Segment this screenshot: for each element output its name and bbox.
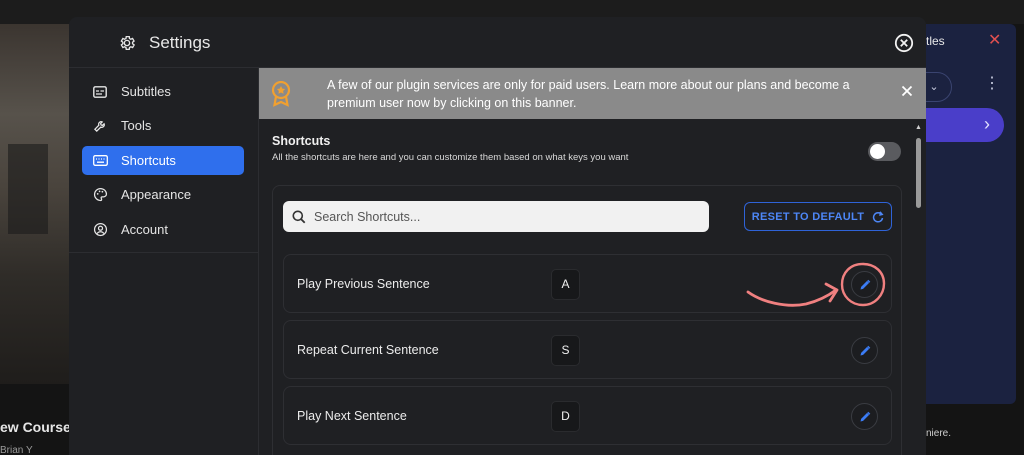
shortcut-key[interactable]: A — [551, 269, 580, 300]
scrollbar-thumb[interactable] — [916, 138, 921, 208]
toggle-knob — [870, 144, 885, 159]
subtitles-icon — [92, 84, 108, 100]
settings-modal: Settings Subtitles Tools Shortcuts Appea… — [69, 17, 926, 455]
settings-content: A few of our plugin services are only fo… — [259, 68, 926, 455]
background-course-author: Brian Y — [0, 445, 33, 455]
shortcut-key[interactable]: S — [551, 335, 580, 366]
banner-text: A few of our plugin services are only fo… — [327, 78, 850, 110]
shortcut-name: Play Previous Sentence — [297, 277, 430, 291]
wrench-icon — [92, 118, 108, 134]
section-description: All the shortcuts are here and you can c… — [272, 152, 629, 163]
background-panel-title: tles — [926, 34, 945, 48]
pencil-icon — [860, 345, 870, 355]
premium-badge-icon — [271, 81, 291, 107]
content-scrollbar[interactable]: ▲ — [915, 124, 922, 455]
sidebar-item-subtitles[interactable]: Subtitles — [82, 77, 244, 106]
refresh-icon — [873, 210, 884, 222]
palette-icon — [92, 187, 108, 203]
settings-sidebar: Subtitles Tools Shortcuts Appearance Acc… — [69, 68, 259, 455]
background-panel-close-icon[interactable]: ✕ — [988, 30, 1001, 50]
sidebar-item-label: Tools — [121, 118, 152, 133]
sidebar-item-account[interactable]: Account — [82, 215, 244, 244]
close-icon[interactable] — [894, 33, 914, 53]
background-panel-footer: niere. — [926, 428, 952, 439]
background-next-bar[interactable]: › — [926, 108, 1004, 142]
annotation-circle — [840, 262, 886, 307]
sidebar-item-appearance[interactable]: Appearance — [82, 180, 244, 209]
reset-to-default-button[interactable]: RESET TO DEFAULT — [744, 202, 892, 231]
sidebar-item-label: Shortcuts — [121, 153, 176, 168]
sidebar-divider — [69, 252, 259, 253]
shortcut-key[interactable]: D — [551, 401, 580, 432]
annotation-arrow-icon — [746, 282, 839, 307]
banner-close-icon[interactable] — [901, 85, 913, 97]
keyboard-icon — [92, 153, 108, 169]
shortcut-row: Repeat Current Sentence S — [283, 320, 892, 379]
sidebar-item-label: Account — [121, 222, 168, 237]
scroll-up-icon[interactable]: ▲ — [915, 124, 922, 131]
sidebar-item-label: Appearance — [121, 187, 192, 202]
shortcut-row: Play Next Sentence D — [283, 386, 892, 445]
modal-header: Settings — [69, 17, 926, 68]
search-input[interactable] — [314, 209, 694, 224]
pencil-icon — [860, 411, 870, 421]
background-video — [0, 24, 70, 384]
shortcut-name: Repeat Current Sentence — [297, 343, 439, 357]
search-icon — [292, 210, 306, 223]
background-more-icon[interactable]: ⋮ — [984, 76, 1000, 92]
sidebar-item-label: Subtitles — [121, 84, 171, 99]
shortcuts-list-container: RESET TO DEFAULT Play Previous Sentence … — [272, 185, 902, 455]
section-title: Shortcuts — [272, 134, 331, 148]
shortcuts-toggle[interactable] — [868, 142, 901, 161]
gear-icon — [120, 35, 136, 51]
account-icon — [92, 222, 108, 238]
reset-button-label: RESET TO DEFAULT — [751, 210, 865, 223]
modal-title: Settings — [149, 33, 211, 52]
search-box[interactable] — [283, 201, 709, 232]
premium-banner[interactable]: A few of our plugin services are only fo… — [259, 68, 926, 119]
edit-shortcut-button[interactable] — [851, 403, 878, 430]
sidebar-item-shortcuts[interactable]: Shortcuts — [82, 146, 244, 175]
sidebar-item-tools[interactable]: Tools — [82, 111, 244, 140]
shortcut-name: Play Next Sentence — [297, 409, 407, 423]
edit-shortcut-button[interactable] — [851, 337, 878, 364]
background-course-title: ew Course — [0, 419, 70, 435]
